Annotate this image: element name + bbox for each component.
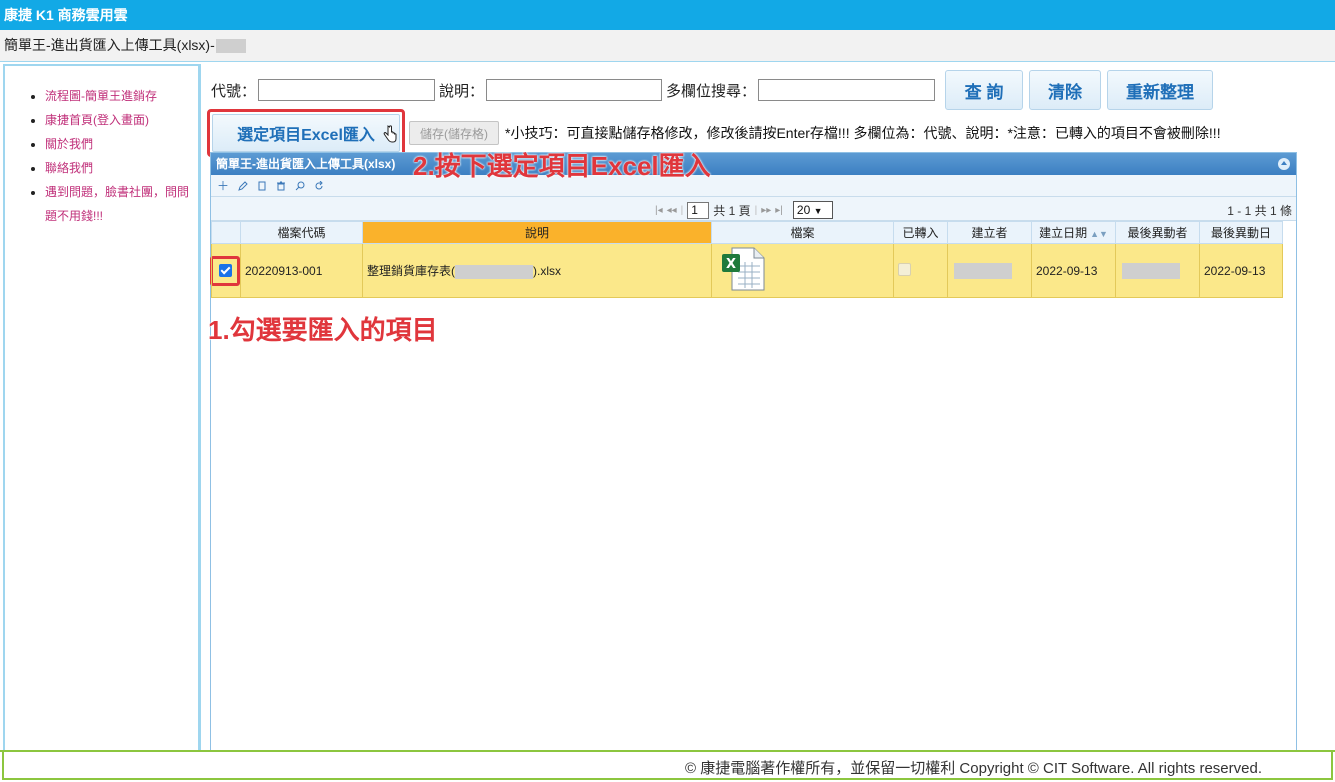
sidebar-item-about[interactable]: 關於我們 [45, 132, 190, 156]
page-title-bar: 簡單王-進出貨匯入上傳工具(xlsx)- [0, 30, 1335, 62]
code-input[interactable] [258, 79, 436, 101]
header-created-date[interactable]: 建立日期 ▲▼ [1031, 221, 1116, 244]
sidebar-item-label[interactable]: 遇到問題，臉書社團，問問題不用錢!!! [45, 185, 189, 223]
next-page-icon[interactable]: ▸▸ [761, 205, 771, 216]
app-title: 康捷 K1 商務雲用雲 [4, 7, 128, 23]
pager-separator: | [754, 204, 758, 216]
add-icon[interactable]: ＋ [217, 177, 229, 194]
sort-icon: ▲▼ [1090, 229, 1108, 239]
cell-modified-date[interactable]: 2022-09-13 [1199, 243, 1283, 298]
cell-creator[interactable] [947, 243, 1032, 298]
search-bar: 代號： 說明： 多欄位搜尋： 查 詢 清除 重新整理 [211, 70, 1214, 110]
tip-text: *小技巧：可直接點儲存格修改，修改後請按Enter存檔!!! 多欄位為：代號、說… [505, 125, 1221, 141]
sidebar-item-label[interactable]: 關於我們 [45, 137, 93, 151]
multi-search-input[interactable] [758, 79, 936, 101]
header-imported[interactable]: 已轉入 [893, 221, 948, 244]
header-code[interactable]: 檔案代碼 [240, 221, 363, 244]
cell-imported[interactable] [893, 243, 948, 298]
imported-checkbox [898, 262, 911, 276]
data-grid: 簡單王-進出貨匯入上傳工具(xlsx) ＋ |◂ ◂◂ | 1 共 1 頁 | … [210, 152, 1297, 752]
action-bar: 選定項目Excel匯入 儲存(儲存格) *小技巧：可直接點儲存格修改，修改後請按… [207, 108, 1221, 158]
header-created-date-label: 建立日期 [1039, 226, 1088, 240]
query-button[interactable]: 查 詢 [945, 70, 1024, 110]
desc-input[interactable] [486, 79, 663, 101]
pager-separator: | [680, 204, 684, 216]
grid-pager: |◂ ◂◂ | 1 共 1 頁 | ▸▸ ▸| 20 ▼ 1 - 1 共 1 條 [211, 197, 1296, 221]
header-select [211, 221, 241, 244]
redacted-block [455, 264, 533, 279]
hand-cursor-icon [383, 125, 397, 143]
multi-search-label: 多欄位搜尋： [666, 82, 757, 100]
header-file[interactable]: 檔案 [711, 221, 894, 244]
app-title-bar: 康捷 K1 商務雲用雲 [0, 0, 1335, 30]
desc-prefix: 整理銷貨庫存表( [367, 264, 455, 278]
sidebar-item-label[interactable]: 流程圖-簡單王進銷存 [45, 89, 157, 103]
footer: © 康捷電腦著作權所有，並保留一切權利 Copyright © CIT Soft… [0, 750, 1335, 782]
annotation-step2: 2.按下選定項目Excel匯入 [413, 151, 711, 181]
header-row: 檔案代碼 說明 檔案 已轉入 建立者 建立日期 ▲▼ 最後異動者 最後異動日 [211, 221, 1283, 244]
cell-modifier[interactable] [1115, 243, 1200, 298]
collapse-icon[interactable] [1278, 158, 1290, 170]
desc-label: 說明： [439, 82, 485, 100]
redacted-block [1122, 262, 1180, 279]
cell-code[interactable]: 20220913-001 [240, 243, 363, 298]
grid-caption: 簡單王-進出貨匯入上傳工具(xlsx) [211, 153, 1296, 175]
page-number-input[interactable]: 1 [687, 201, 710, 219]
copyright-text: © 康捷電腦著作權所有，並保留一切權利 Copyright © CIT Soft… [685, 760, 1262, 777]
row-select-cell [210, 243, 241, 298]
sidebar-item-label[interactable]: 聯絡我們 [45, 161, 93, 175]
row-checkbox-highlight [210, 255, 240, 286]
cell-file[interactable]: X [711, 243, 894, 298]
sidebar-item-facebook-group[interactable]: 遇到問題，臉書社團，問問題不用錢!!! [45, 180, 190, 228]
page-title: 簡單王-進出貨匯入上傳工具(xlsx)- [4, 37, 215, 53]
table-row[interactable]: 20220913-001 整理銷貨庫存表( ).xlsx X 2022-09-1… [210, 243, 1283, 298]
redacted-block [954, 262, 1012, 279]
desc-suffix: ).xlsx [533, 264, 561, 278]
first-page-icon[interactable]: |◂ [655, 205, 663, 216]
grid-caption-text: 簡單王-進出貨匯入上傳工具(xlsx) [216, 157, 396, 171]
sidebar-item-flowchart[interactable]: 流程圖-簡單王進銷存 [45, 84, 190, 108]
search-icon[interactable] [295, 181, 305, 191]
total-pages-text: 共 1 頁 [713, 203, 751, 218]
grid-toolbar: ＋ [211, 175, 1296, 197]
edit-icon[interactable] [238, 180, 248, 191]
excel-import-highlight: 選定項目Excel匯入 [207, 109, 405, 157]
refresh-button[interactable]: 重新整理 [1107, 70, 1214, 110]
clear-button[interactable]: 清除 [1029, 70, 1102, 110]
header-modifier[interactable]: 最後異動者 [1115, 221, 1200, 244]
header-creator[interactable]: 建立者 [947, 221, 1032, 244]
delete-icon[interactable] [276, 181, 286, 191]
record-count: 1 - 1 共 1 條 [1227, 204, 1292, 218]
page-size-select[interactable]: 20 ▼ [792, 201, 833, 219]
excel-import-button[interactable]: 選定項目Excel匯入 [212, 114, 400, 152]
header-desc[interactable]: 說明 [362, 221, 712, 244]
view-icon[interactable] [257, 181, 267, 191]
header-modified-date[interactable]: 最後異動日 [1199, 221, 1283, 244]
pager-nav: |◂ ◂◂ | 1 共 1 頁 | ▸▸ ▸| 20 ▼ [655, 201, 833, 219]
row-checkbox[interactable] [218, 264, 232, 277]
excel-file-icon[interactable]: X [720, 246, 768, 292]
cell-desc[interactable]: 整理銷貨庫存表( ).xlsx [362, 243, 712, 298]
chevron-down-icon: ▼ [813, 206, 823, 216]
page-size-value: 20 [796, 203, 811, 217]
grid-table: 檔案代碼 說明 檔案 已轉入 建立者 建立日期 ▲▼ 最後異動者 最後異動日 20… [210, 221, 1283, 298]
sidebar-item-home[interactable]: 康捷首頁(登入畫面) [45, 108, 190, 132]
sidebar-item-label[interactable]: 康捷首頁(登入畫面) [45, 113, 149, 127]
cell-created-date[interactable]: 2022-09-13 [1031, 243, 1116, 298]
save-cells-button[interactable]: 儲存(儲存格) [409, 121, 499, 145]
sidebar-links: 流程圖-簡單王進銷存 康捷首頁(登入畫面) 關於我們 聯絡我們 遇到問題，臉書社… [5, 66, 198, 228]
sidebar: 流程圖-簡單王進銷存 康捷首頁(登入畫面) 關於我們 聯絡我們 遇到問題，臉書社… [3, 64, 201, 752]
prev-page-icon[interactable]: ◂◂ [667, 205, 677, 216]
main-content: 代號： 說明： 多欄位搜尋： 查 詢 清除 重新整理 選定項目Excel匯入 儲… [203, 64, 1335, 752]
redacted-block [215, 39, 246, 54]
annotation-step1: 1.勾選要匯入的項目 [208, 315, 439, 346]
code-label: 代號： [211, 82, 257, 100]
reload-icon[interactable] [314, 180, 324, 191]
svg-text:X: X [726, 257, 736, 272]
sidebar-item-contact[interactable]: 聯絡我們 [45, 156, 190, 180]
excel-import-label: 選定項目Excel匯入 [237, 127, 375, 144]
last-page-icon[interactable]: ▸| [775, 205, 783, 216]
